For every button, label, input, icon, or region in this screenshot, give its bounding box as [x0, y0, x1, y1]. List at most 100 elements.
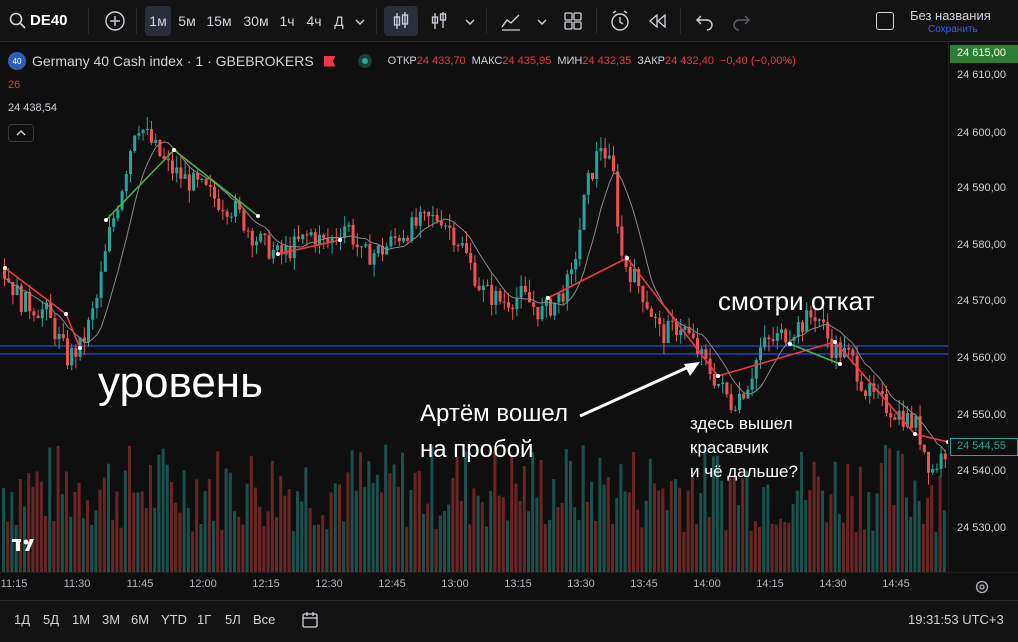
interval-label: 15м	[206, 13, 232, 29]
volume-bar	[86, 500, 89, 572]
candle-body	[183, 174, 187, 179]
redo-icon[interactable]	[730, 10, 752, 32]
chevron-down-icon[interactable]	[354, 15, 366, 27]
zigzag-point	[546, 296, 550, 300]
candle-body	[439, 221, 443, 226]
indicator-value: 26	[8, 79, 21, 91]
range-1m[interactable]: 1М	[72, 612, 90, 627]
zigzag-point	[78, 346, 82, 350]
candle-body	[208, 184, 212, 187]
candle-body	[704, 349, 708, 359]
volume-bar	[527, 511, 530, 572]
volume-bar	[409, 490, 413, 572]
chevron-down-icon[interactable]	[536, 15, 548, 27]
volume-bar	[627, 492, 631, 572]
interval-label: 1м	[149, 13, 167, 29]
candle-body	[36, 315, 40, 319]
volume-bar	[266, 511, 270, 572]
volume-bar	[203, 490, 207, 572]
volume-bar	[888, 448, 892, 572]
interval-day[interactable]: Д	[329, 6, 349, 36]
volume-bar	[77, 482, 81, 572]
time-label: 14:00	[693, 578, 721, 590]
chart-pane[interactable]: уровень Артём вошел на пробой здесь выше…	[0, 42, 948, 572]
range-1y[interactable]: 1Г	[197, 612, 211, 627]
interval-4h[interactable]: 4ч	[302, 6, 326, 36]
save-link[interactable]: Сохранить	[928, 24, 978, 35]
candle-body	[880, 391, 884, 394]
candle-body	[460, 243, 464, 246]
volume-bar	[249, 456, 253, 572]
symbol-legend[interactable]: 40 Germany 40 Cash index · 1 · GBEBROKER…	[8, 52, 796, 70]
layout-name[interactable]: Без названия	[910, 8, 991, 23]
layout-checkbox-icon[interactable]	[876, 12, 894, 30]
volume-bar	[602, 484, 606, 572]
indicators-icon[interactable]	[500, 10, 522, 32]
candle-body	[187, 174, 191, 191]
range-all[interactable]: Все	[253, 612, 275, 627]
symbol-name[interactable]: DE40	[30, 12, 68, 29]
zigzag-point	[276, 252, 280, 256]
volume-bar	[396, 486, 400, 572]
volume-bar	[590, 481, 593, 572]
compare-symbol-icon[interactable]	[104, 10, 126, 32]
volume-bar	[497, 495, 501, 572]
symbol-title[interactable]: Germany 40 Cash index · 1 · GBEBROKERS	[32, 53, 314, 69]
range-6m[interactable]: 6М	[131, 612, 149, 627]
volume-bar	[31, 487, 35, 572]
collapse-legend-button[interactable]	[8, 124, 34, 142]
interval-1m[interactable]: 1м	[145, 6, 171, 36]
range-5d[interactable]: 5Д	[43, 612, 59, 627]
range-5y[interactable]: 5Л	[225, 612, 241, 627]
bottom-toolbar	[0, 600, 1018, 642]
volume-bar	[884, 445, 887, 572]
flag-icon[interactable]	[323, 55, 336, 67]
interval-5m[interactable]: 5м	[174, 6, 200, 36]
volume-bar	[493, 451, 497, 572]
volume-bar	[304, 467, 308, 572]
candle-body	[519, 286, 523, 298]
undo-icon[interactable]	[694, 10, 716, 32]
goto-date-icon[interactable]	[300, 610, 320, 630]
bars-chart-icon[interactable]	[428, 10, 450, 32]
candles-chart-type-button[interactable]	[384, 6, 418, 36]
clock[interactable]: 19:31:53 UTC+3	[908, 612, 1004, 627]
chevron-down-icon[interactable]	[464, 15, 476, 27]
candle-body	[515, 297, 519, 310]
price-axis[interactable]: 24 615,00 24 610,00 24 600,00 24 590,00 …	[948, 42, 1018, 572]
candle-body	[351, 224, 355, 245]
volume-bar	[321, 515, 325, 572]
range-3m[interactable]: 3М	[102, 612, 120, 627]
volume-bar	[783, 521, 787, 572]
volume-bar	[942, 510, 946, 572]
volume-bar	[900, 453, 904, 572]
candle-body	[683, 326, 687, 330]
candle-body	[267, 235, 271, 259]
layout-grid-icon[interactable]	[562, 10, 584, 32]
range-1d[interactable]: 1Д	[14, 612, 30, 627]
candle-body	[53, 318, 57, 340]
alert-clock-icon[interactable]	[608, 9, 632, 33]
zigzag-point	[172, 148, 176, 152]
volume-bar	[128, 446, 131, 572]
volume-bar	[640, 527, 644, 572]
candle-body	[360, 246, 363, 248]
volume-bar	[581, 445, 585, 572]
candle-body	[817, 319, 821, 321]
interval-1h[interactable]: 1ч	[276, 6, 298, 36]
volume-bar	[174, 502, 178, 572]
search-icon[interactable]	[8, 11, 28, 31]
zigzag-point	[838, 362, 842, 366]
replay-icon[interactable]	[646, 10, 668, 32]
candle-body	[633, 269, 636, 283]
interval-15m[interactable]: 15м	[203, 6, 235, 36]
price-label: 24 560,00	[957, 352, 1006, 364]
volume-bar	[422, 514, 425, 572]
interval-30m[interactable]: 30м	[240, 6, 272, 36]
candle-body	[801, 322, 804, 332]
candle-body	[414, 217, 418, 226]
range-ytd[interactable]: YTD	[161, 612, 187, 627]
volume-bar	[585, 502, 589, 572]
volume-bar	[81, 518, 85, 572]
axis-settings-icon[interactable]	[974, 579, 990, 595]
